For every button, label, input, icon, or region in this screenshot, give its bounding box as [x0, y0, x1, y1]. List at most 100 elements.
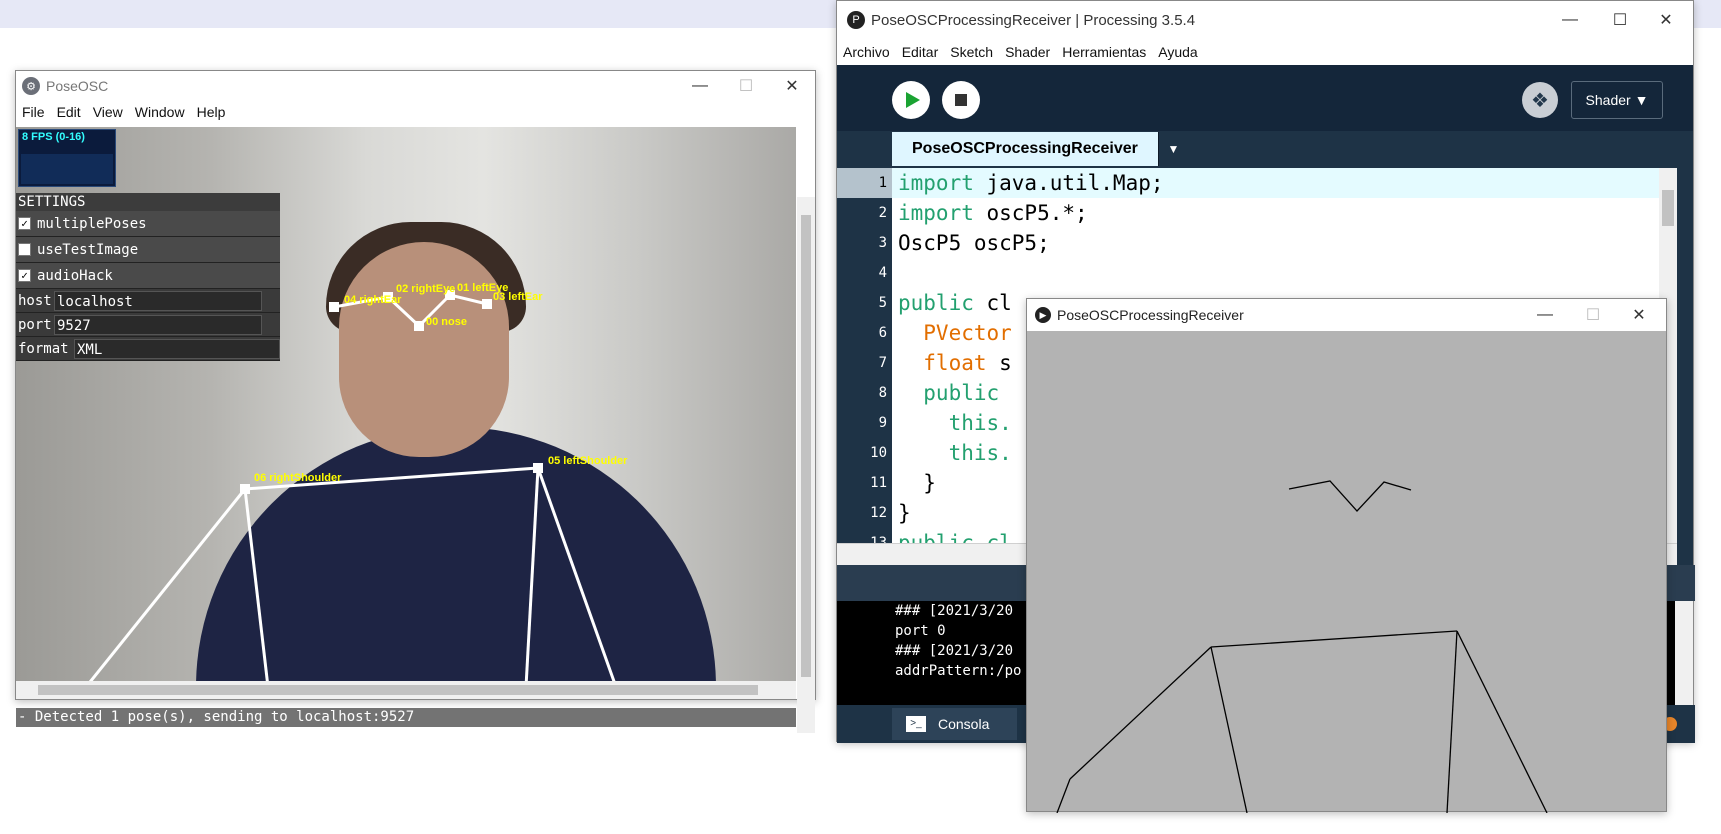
checkbox-checked-icon[interactable]: ✓ [18, 269, 31, 282]
code-line[interactable]: import oscP5.*; [892, 198, 1659, 228]
minimize-button[interactable]: — [1522, 299, 1568, 331]
poseosc-menubar: File Edit View Window Help [16, 101, 815, 123]
settings-header: SETTINGS [16, 193, 280, 211]
menu-sketch[interactable]: Sketch [944, 44, 999, 60]
minimize-button[interactable]: — [1547, 1, 1593, 39]
label-leftShoulder: 05 leftShoulder [548, 455, 628, 467]
fps-meter: 8 FPS (0-16) [18, 129, 116, 187]
line-number: 9 [878, 415, 887, 431]
detection-status: - Detected 1 pose(s), sending to localho… [16, 708, 796, 727]
toggle-label: useTestImage [37, 241, 139, 258]
code-line[interactable]: import java.util.Map; [892, 168, 1659, 198]
terminal-icon: >_ [906, 716, 926, 732]
play-icon [905, 92, 920, 108]
menu-shader[interactable]: Shader [999, 44, 1056, 60]
sketch-tabs: PoseOSCProcessingReceiver ▼ [892, 132, 1188, 166]
horizontal-scrollbar[interactable] [16, 681, 796, 699]
format-input[interactable]: XML [74, 338, 280, 359]
line-number: 12 [870, 505, 887, 521]
keypoint-rightEar [329, 302, 339, 312]
tab-sketch[interactable]: PoseOSCProcessingReceiver [892, 132, 1158, 166]
toggle-multiplePoses[interactable]: ✓ multiplePoses [16, 211, 280, 237]
code-line[interactable] [892, 258, 1659, 288]
menu-window[interactable]: Window [129, 104, 191, 120]
menu-view[interactable]: View [87, 104, 129, 120]
poseosc-title: PoseOSC [46, 78, 109, 94]
line-number: 1 [837, 168, 892, 198]
maximize-button[interactable]: ☐ [723, 71, 769, 101]
vertical-scrollbar[interactable] [797, 197, 815, 733]
host-input[interactable]: localhost [54, 290, 262, 311]
console-tab[interactable]: >_ Consola [892, 708, 1017, 740]
menu-file[interactable]: File [16, 104, 51, 120]
keypoint-leftShoulder [533, 463, 543, 473]
stop-button[interactable] [942, 81, 980, 119]
menu-edit[interactable]: Edit [51, 104, 87, 120]
processing-app-icon: P [847, 11, 865, 29]
debug-button[interactable]: ❖ [1522, 82, 1558, 118]
menu-editar[interactable]: Editar [896, 44, 945, 60]
menu-help[interactable]: Help [191, 104, 232, 120]
code-line[interactable]: OscP5 oscP5; [892, 228, 1659, 258]
checkbox-checked-icon[interactable]: ✓ [18, 217, 31, 230]
settings-panel: SETTINGS ✓ multiplePoses useTestImage ✓ … [16, 193, 280, 361]
menu-ayuda[interactable]: Ayuda [1152, 44, 1203, 60]
console-scrollbar[interactable] [1675, 601, 1693, 705]
line-number: 8 [878, 385, 887, 401]
poseosc-window: ⚙ PoseOSC — ☐ ✕ File Edit View Window He… [15, 70, 816, 733]
console-tab-label: Consola [938, 716, 990, 732]
label-rightEye: 02 rightEye [396, 283, 455, 295]
close-button[interactable]: ✕ [1643, 1, 1689, 39]
mode-selector[interactable]: Shader ▼ [1571, 81, 1663, 119]
field-format: format XML [16, 337, 280, 361]
fps-graph [21, 154, 113, 184]
toggle-label: audioHack [37, 267, 113, 284]
poseosc-app-icon: ⚙ [22, 77, 40, 95]
ide-title: PoseOSCProcessingReceiver | Processing 3… [871, 11, 1196, 29]
label-rightShoulder: 06 rightShoulder [254, 472, 342, 484]
run-button[interactable] [892, 81, 930, 119]
output-title: PoseOSCProcessingReceiver [1057, 307, 1244, 323]
checkbox-unchecked-icon[interactable] [18, 243, 31, 256]
sketch-output-window: ▶ PoseOSCProcessingReceiver — ☐ ✕ [1026, 298, 1667, 813]
port-input[interactable]: 9527 [54, 314, 262, 335]
minimize-button[interactable]: — [677, 71, 723, 101]
field-key: format [18, 340, 69, 357]
scroll-thumb[interactable] [801, 215, 811, 677]
face-lines [1288, 480, 1412, 512]
output-canvas [1056, 480, 1548, 813]
scroll-thumb[interactable] [1662, 190, 1674, 226]
label-rightEar: 04 rightEar [344, 294, 402, 306]
line-number: 11 [870, 475, 887, 491]
maximize-button[interactable]: ☐ [1570, 299, 1616, 331]
menu-herramientas[interactable]: Herramientas [1056, 44, 1152, 60]
tab-menu-arrow-icon[interactable]: ▼ [1157, 132, 1188, 166]
field-host: host localhost [16, 289, 280, 313]
toggle-audioHack[interactable]: ✓ audioHack [16, 263, 280, 289]
field-key: host [18, 292, 52, 309]
field-port: port 9527 [16, 313, 280, 337]
line-number: 10 [870, 445, 887, 461]
menu-archivo[interactable]: Archivo [837, 44, 896, 60]
label-leftEar: 03 leftEar [493, 291, 543, 303]
processing-run-icon: ▶ [1035, 307, 1051, 323]
close-button[interactable]: ✕ [769, 71, 815, 101]
ide-toolbar: ❖ Shader ▼ [837, 65, 1693, 131]
fps-label: 8 FPS (0-16) [22, 131, 85, 143]
label-nose: 00 nose [426, 316, 467, 328]
scroll-thumb[interactable] [38, 685, 758, 695]
keypoint-leftEar [482, 299, 492, 309]
line-number-gutter: 1 2 3 4 5 6 7 8 9 10 11 12 13 [837, 168, 892, 551]
maximize-button[interactable]: ☐ [1597, 1, 1643, 39]
toggle-useTestImage[interactable]: useTestImage [16, 237, 280, 263]
keypoint-nose [414, 321, 424, 331]
line-number: 7 [878, 355, 887, 371]
line-number: 2 [878, 205, 887, 221]
butterfly-icon: ❖ [1531, 89, 1549, 112]
camera-feed: 00 nose 01 leftEye 02 rightEye 03 leftEa… [16, 127, 796, 682]
close-button[interactable]: ✕ [1616, 299, 1662, 331]
field-key: port [18, 316, 52, 333]
line-number: 4 [878, 265, 887, 281]
keypoint-rightShoulder [240, 484, 250, 494]
shoulder-line [1210, 630, 1458, 648]
